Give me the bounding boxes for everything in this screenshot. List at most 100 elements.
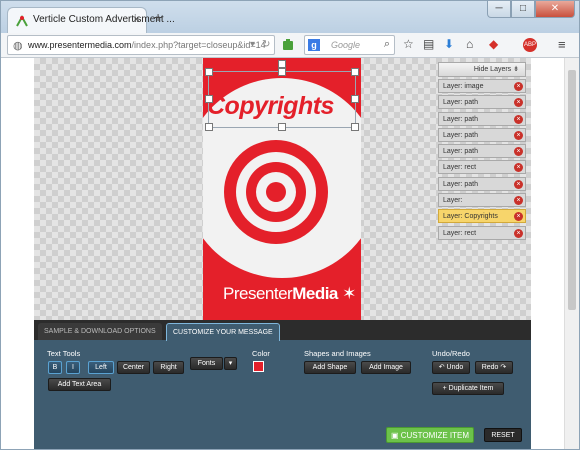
tab-sample-download[interactable]: SAMPLE & DOWNLOAD OPTIONS [38,323,162,340]
text-tools-label: Text Tools [47,349,81,358]
resize-handle[interactable] [351,68,359,76]
reset-button[interactable]: RESET [484,428,522,442]
dropdown-arrow-icon[interactable]: ▾ [250,39,255,50]
remove-layer-icon[interactable]: × [514,163,523,173]
redo-button[interactable]: Redo ↷ [475,361,513,374]
close-window-button[interactable]: ✕ [535,1,575,18]
brand-logo: PresenterMedia ✶ [223,284,356,303]
add-text-area-button[interactable]: Add Text Area [48,378,111,391]
customize-panel: SAMPLE & DOWNLOAD OPTIONS CUSTOMIZE YOUR… [34,320,531,449]
remove-layer-icon[interactable]: × [514,82,523,91]
search-placeholder: Google [331,40,361,50]
layer-label: Layer: image [443,83,484,90]
layer-item[interactable]: Layer: path × [438,144,526,159]
layer-item[interactable]: Layer: × [438,193,526,208]
google-logo-icon[interactable]: g [308,39,320,51]
layer-item[interactable]: Layer: image × [438,79,526,93]
color-label: Color [252,349,270,358]
resize-handle[interactable] [278,68,286,76]
fonts-dropdown-icon[interactable]: ▾ [224,357,237,370]
customize-item-button[interactable]: ▣ CUSTOMIZE ITEM [386,427,474,443]
layers-panel: Hide Layers ⇟ Layer: image × Layer: path ×… [438,62,526,242]
menu-icon[interactable]: ≡ [558,37,566,52]
browser-tab[interactable]: Verticle Custom Advertisment ... × [7,7,175,33]
navigation-bar: ◍ www.presentermedia.com/index.php?targe… [1,33,579,58]
layer-label: Layer: Copyrights [443,213,498,221]
remove-layer-icon[interactable]: × [514,196,523,206]
vertical-scrollbar[interactable] [564,58,579,449]
resize-handle[interactable] [351,95,359,103]
globe-icon: ◍ [13,40,23,52]
remove-layer-icon[interactable]: × [514,228,523,238]
fonts-button[interactable]: Fonts [190,357,223,370]
panel-tab-strip: SAMPLE & DOWNLOAD OPTIONS CUSTOMIZE YOUR… [34,320,531,341]
bookmark-star-icon[interactable]: ☆ [403,37,414,51]
layer-item[interactable]: Layer: path × [438,95,526,110]
layer-item-selected[interactable]: Layer: Copyrights × [438,209,526,224]
layer-item[interactable]: Layer: rect × [438,225,526,240]
abp-icon[interactable]: ABP [523,38,537,52]
remove-layer-icon[interactable]: × [514,114,523,124]
extension-puzzle-icon[interactable] [281,38,295,52]
layer-item[interactable]: Layer: path × [438,127,526,142]
customize-label: CUSTOMIZE ITEM [400,431,470,440]
resize-handle[interactable] [205,95,213,103]
browser-window: Verticle Custom Advertisment ... × + ─ □… [0,0,580,450]
color-swatch[interactable] [253,361,264,372]
duplicate-item-button[interactable]: + Duplicate Item [432,382,504,395]
shapes-images-label: Shapes and Images [304,349,371,358]
add-shape-button[interactable]: Add Shape [304,361,356,374]
remove-layer-icon[interactable]: × [514,98,523,108]
align-center-button[interactable]: Center [117,361,150,374]
rotate-handle[interactable] [278,60,286,68]
download-icon[interactable]: ⬇ [444,37,454,51]
undo-button[interactable]: ↶ Undo [432,361,470,374]
resize-handle[interactable] [278,123,286,131]
bold-button[interactable]: B [48,361,62,374]
layer-label: Layer: rect [443,164,477,172]
layer-label: Layer: rect [443,229,477,237]
align-right-button[interactable]: Right [153,361,184,374]
customize-icon: ▣ [390,431,401,440]
align-left-button[interactable]: Left [88,361,114,374]
resize-handle[interactable] [351,123,359,131]
remove-layer-icon[interactable]: × [514,179,523,189]
tab-close-icon[interactable]: × [133,12,140,26]
clipboard-icon[interactable]: ▤ [423,37,434,51]
undo-redo-label: Undo/Redo [432,349,470,358]
hide-layers-button[interactable]: Hide Layers ⇟ [438,62,526,77]
extension-icon[interactable]: ◆ [489,37,498,51]
page-content: Copyrights PresenterMedia ✶ Hide Layers … [1,58,579,449]
layer-item[interactable]: Layer: path × [438,111,526,126]
target-graphic-icon [224,140,328,244]
scrollbar-thumb[interactable] [568,70,576,310]
add-image-button[interactable]: Add Image [361,361,411,374]
reload-icon[interactable]: ↻ [262,39,270,50]
layer-item[interactable]: Layer: rect × [438,160,526,175]
search-icon[interactable]: ⌕ [384,38,390,51]
layer-label: Layer: path [443,180,479,188]
layer-label: Layer: [443,197,463,205]
address-bar[interactable]: ◍ www.presentermedia.com/index.php?targe… [7,35,275,55]
title-bar: Verticle Custom Advertisment ... × + ─ □… [1,1,579,33]
layer-label: Layer: path [443,99,479,107]
resize-handle[interactable] [205,123,213,131]
remove-layer-icon[interactable]: × [514,147,523,157]
window-controls: ─ □ ✕ [487,1,575,18]
remove-layer-icon[interactable]: × [514,130,523,140]
mascot-icon: ✶ [342,284,356,303]
maximize-button[interactable]: □ [511,1,535,18]
italic-button[interactable]: I [66,361,80,374]
layer-item[interactable]: Layer: path × [438,176,526,191]
minimize-button[interactable]: ─ [487,1,511,18]
tab-customize-message[interactable]: CUSTOMIZE YOUR MESSAGE [166,323,280,341]
search-box[interactable]: g Google ⌕ [304,35,395,55]
new-tab-button[interactable]: + [154,9,162,25]
selection-box[interactable] [208,71,356,128]
resize-handle[interactable] [205,68,213,76]
presentermedia-favicon-icon [16,14,28,27]
remove-layer-icon[interactable]: × [514,212,523,222]
layer-label: Layer: path [443,115,479,123]
home-icon[interactable]: ⌂ [466,37,473,51]
url-text: www.presentermedia.com/index.php?target=… [28,40,266,50]
